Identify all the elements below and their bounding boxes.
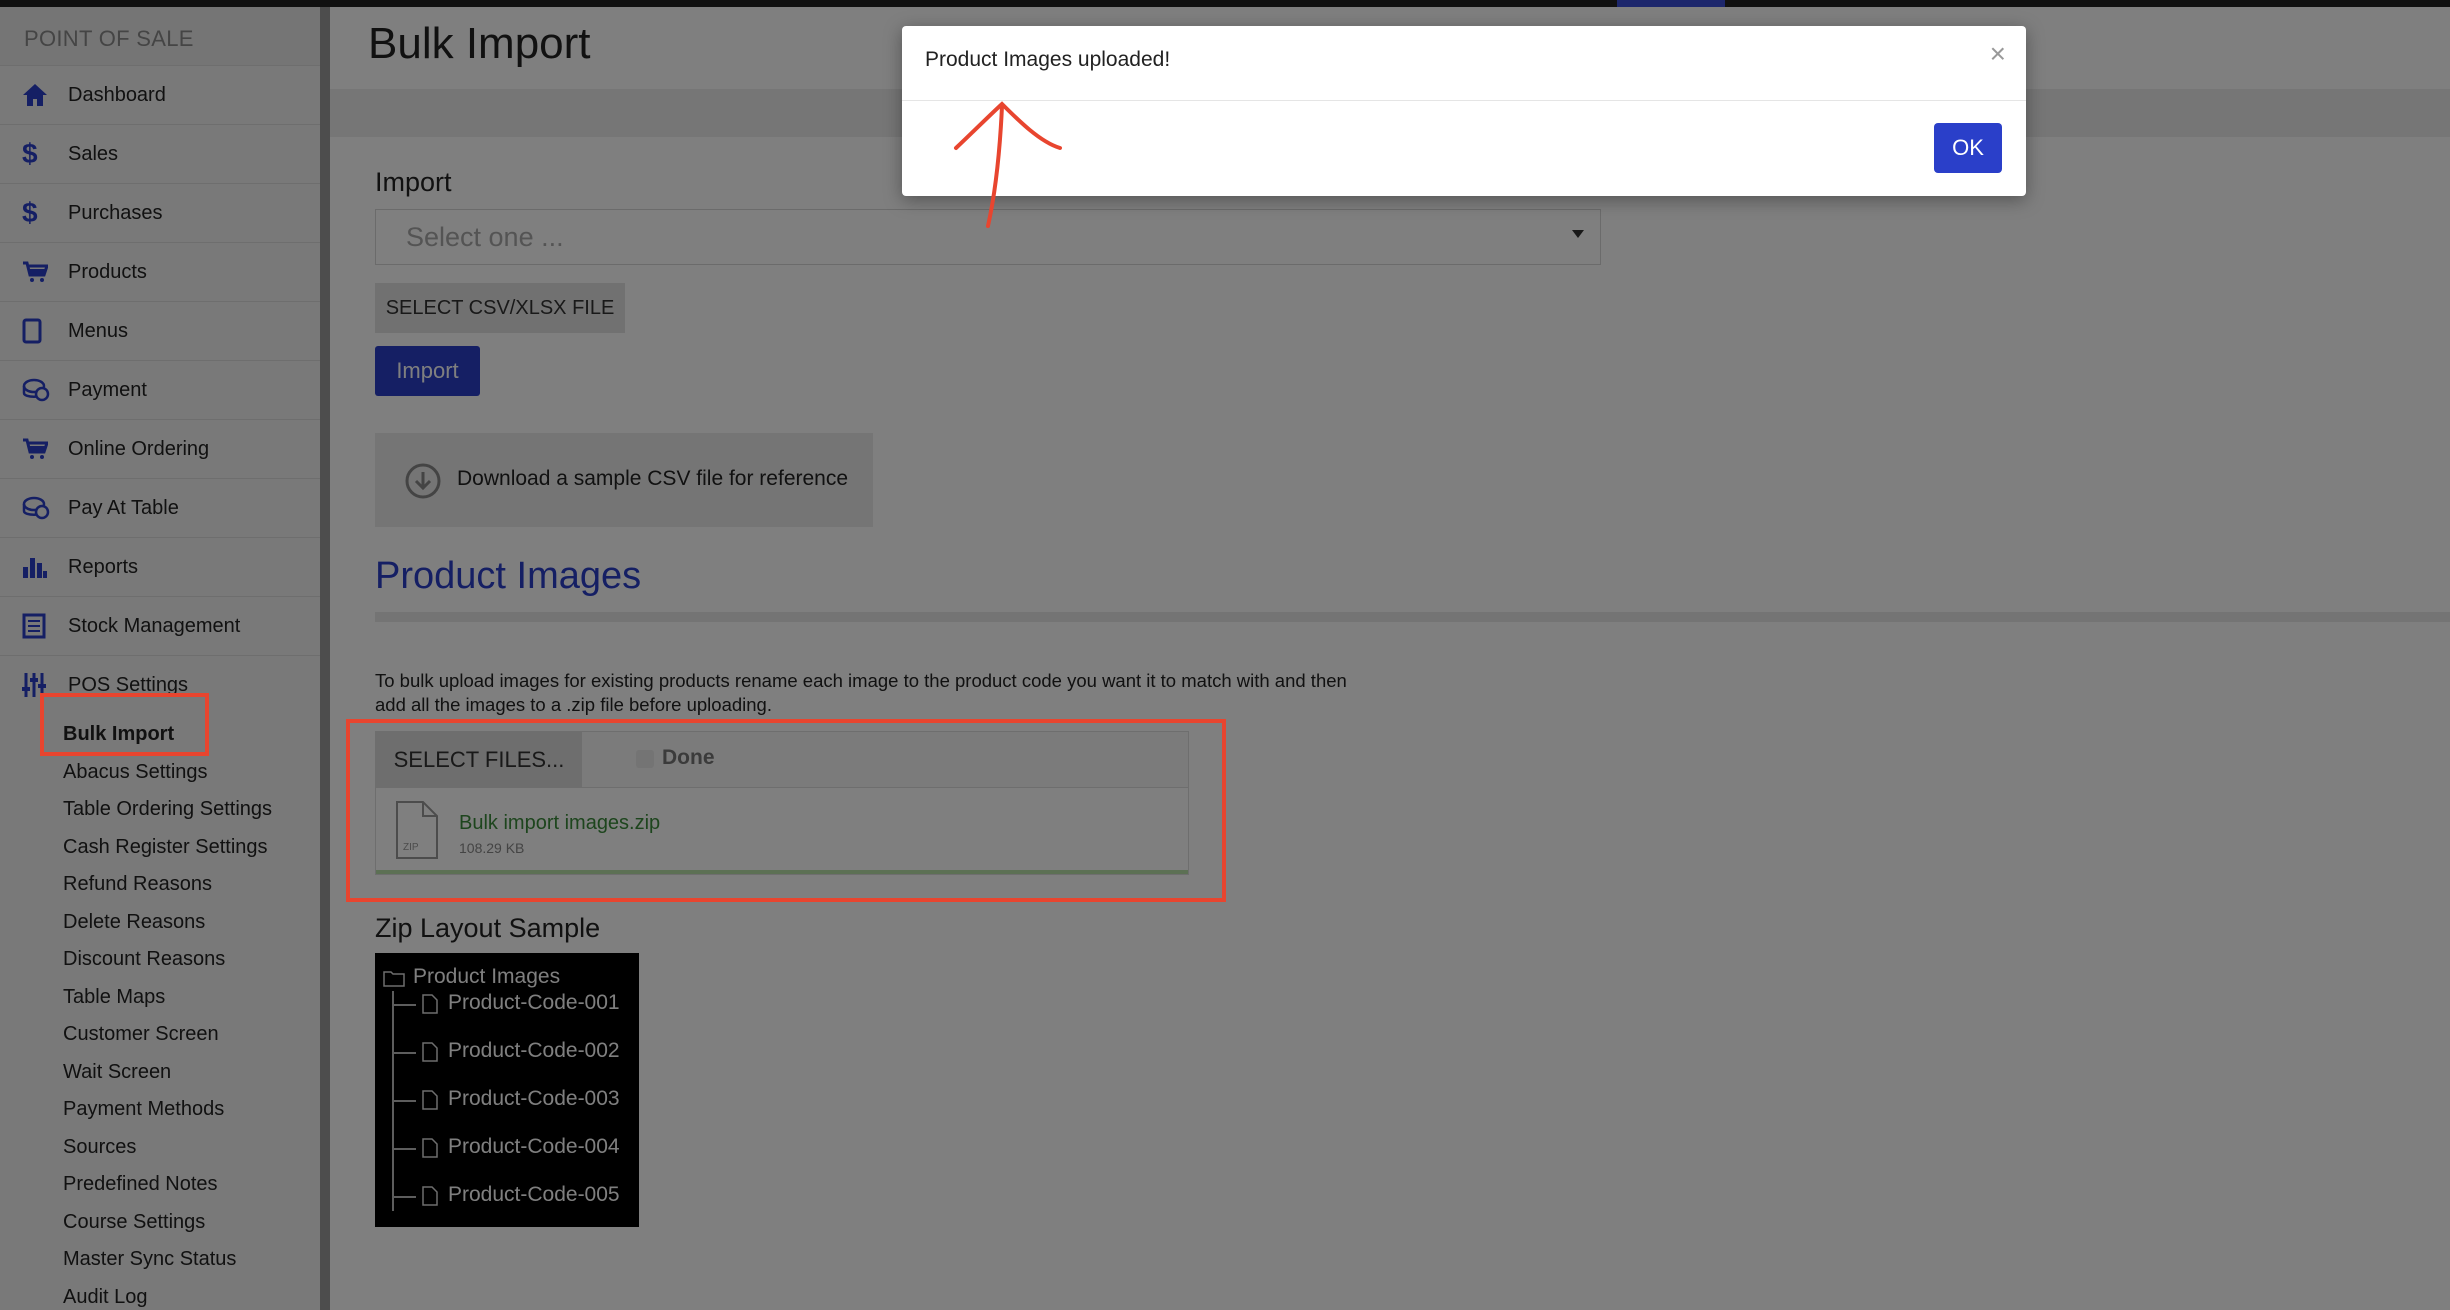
annotation-arrow-icon <box>954 101 1062 228</box>
